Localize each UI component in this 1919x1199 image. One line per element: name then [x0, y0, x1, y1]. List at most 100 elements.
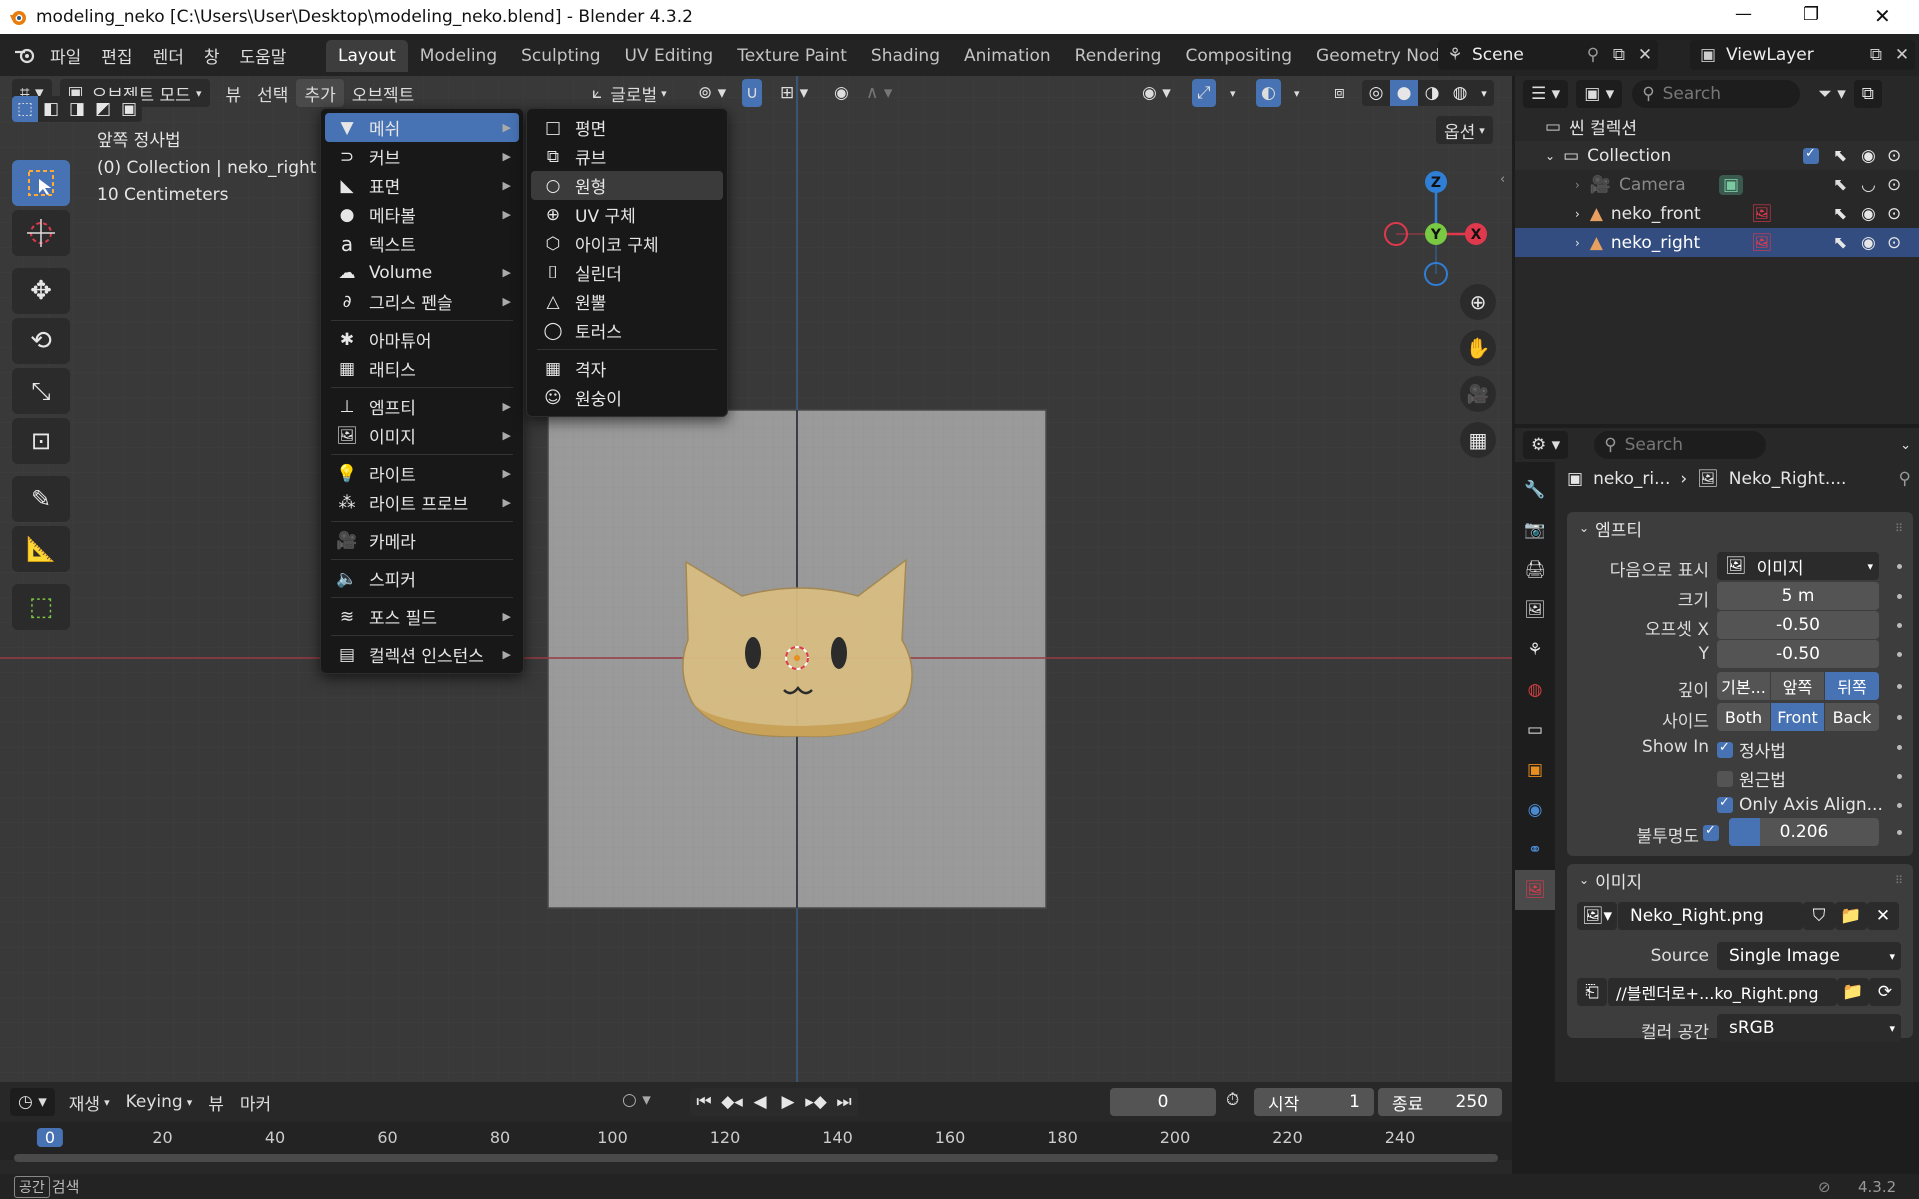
keyframe-dot[interactable]: [1897, 564, 1902, 569]
view-layer-selector[interactable]: ▣ ViewLayer ⧉ ✕: [1690, 40, 1915, 70]
keyframe-dot[interactable]: [1897, 745, 1902, 750]
constraints-tab-icon[interactable]: ⚭: [1515, 830, 1555, 870]
outliner-search[interactable]: ⚲ Search: [1632, 80, 1801, 108]
open-image-button[interactable]: 📁: [1835, 902, 1867, 930]
show-perspective-checkbox[interactable]: 원근법: [1717, 766, 1786, 791]
image-browse-button[interactable]: 🖼▾: [1577, 902, 1617, 930]
scene-selector[interactable]: ⚘ Scene ⚲ ⧉ ✕: [1438, 40, 1658, 70]
outliner-editor-type[interactable]: ☰ ▾: [1523, 80, 1569, 108]
mesh-item-torus[interactable]: ◯ 토러스: [531, 316, 723, 345]
pin-icon[interactable]: ⚲: [1580, 45, 1606, 65]
outliner-row-neko-front[interactable]: › ▲ neko_front 🖼 ⬉ ◉ ⊙: [1515, 199, 1919, 228]
source-dropdown[interactable]: Single Image ▾: [1717, 942, 1901, 970]
play-icon[interactable]: ▶: [774, 1092, 802, 1112]
transform-orientation-dropdown[interactable]: ⟀ 글로벌 ▾: [584, 79, 675, 107]
size-field[interactable]: 5 m: [1717, 582, 1879, 610]
physics-tab-icon[interactable]: ◉: [1515, 790, 1555, 830]
add-menu-item-light[interactable]: 💡 라이트 ▶: [325, 459, 519, 488]
minimize-button[interactable]: —: [1735, 4, 1752, 24]
expand-icon[interactable]: ⌄: [1545, 149, 1555, 163]
data-tab-icon[interactable]: 🖼: [1515, 870, 1555, 910]
end-frame-field[interactable]: 종료 250: [1378, 1088, 1502, 1116]
opacity-slider[interactable]: 0.206: [1729, 818, 1879, 846]
add-menu-item-image[interactable]: 🖼 이미지 ▶: [325, 421, 519, 450]
render-camera-icon[interactable]: ⊙: [1887, 175, 1901, 195]
add-menu-item-camera[interactable]: 🎥 카메라: [325, 526, 519, 555]
select-menu[interactable]: 선택: [249, 79, 296, 107]
add-cube-tool[interactable]: ⬚: [12, 584, 70, 630]
collection-row[interactable]: ⌄ ▭ Collection ⬉ ◉ ⊙: [1515, 141, 1919, 170]
pan-hand-icon[interactable]: ✋: [1460, 330, 1496, 366]
mesh-item-cone[interactable]: △ 원뿔: [531, 287, 723, 316]
depth-option-front[interactable]: 앞쪽: [1771, 672, 1825, 700]
keyframe-dot[interactable]: [1897, 623, 1902, 628]
proportional-edit-toggle[interactable]: ◉: [826, 79, 857, 107]
mesh-item-cylinder[interactable]: ⌷ 실린더: [531, 258, 723, 287]
fake-user-button[interactable]: ⛉: [1803, 902, 1835, 930]
pivot-dropdown[interactable]: ⊚ ▾: [690, 79, 734, 107]
tab-sculpting[interactable]: Sculpting: [509, 40, 612, 72]
opacity-checkbox[interactable]: [1703, 823, 1719, 841]
material-shading-icon[interactable]: ◑: [1418, 83, 1446, 103]
view-menu[interactable]: 뷰: [218, 79, 250, 107]
remove-view-layer-icon[interactable]: ✕: [1889, 45, 1915, 65]
depth-option-default[interactable]: 기본...: [1717, 672, 1771, 700]
overlay-toggle[interactable]: ◐: [1256, 79, 1281, 107]
menu-help[interactable]: 도움말: [229, 34, 296, 76]
add-menu-item-force-field[interactable]: ≋ 포스 필드 ▶: [325, 602, 519, 631]
empty-panel-header[interactable]: ⌄ 엠프티 ⠿: [1567, 512, 1913, 544]
snap-toggle[interactable]: ∪: [742, 79, 763, 107]
xray-toggle[interactable]: ⧈: [1326, 79, 1353, 107]
collection-tab-icon[interactable]: ▭: [1515, 710, 1555, 750]
hidden-eye-icon[interactable]: ◡: [1861, 175, 1876, 195]
perspective-toggle-icon[interactable]: ▦: [1460, 422, 1496, 458]
keyframe-dot[interactable]: [1897, 594, 1902, 599]
add-menu[interactable]: 추가: [296, 79, 344, 107]
add-menu-item-empty[interactable]: ⊥ 엠프티 ▶: [325, 392, 519, 421]
solid-shading-icon[interactable]: ●: [1390, 80, 1418, 106]
select-box-tool[interactable]: [12, 160, 70, 206]
mesh-item-cube[interactable]: ⧉ 큐브: [531, 142, 723, 171]
outliner-row-neko-right[interactable]: › ▲ neko_right 🖼 ⬉ ◉ ⊙: [1515, 228, 1919, 257]
keyframe-dot[interactable]: [1897, 652, 1902, 657]
auto-keying[interactable]: ○ ▾: [622, 1090, 651, 1110]
side-option-back[interactable]: Back: [1825, 703, 1879, 731]
properties-editor-type[interactable]: ⚙ ▾: [1523, 431, 1569, 459]
new-view-layer-icon[interactable]: ⧉: [1863, 45, 1889, 65]
remove-scene-icon[interactable]: ✕: [1632, 45, 1658, 65]
new-scene-icon[interactable]: ⧉: [1606, 45, 1632, 65]
expand-icon[interactable]: ›: [1575, 236, 1580, 250]
play-reverse-icon[interactable]: ◀: [746, 1092, 774, 1112]
gizmo-dropdown[interactable]: ▾: [1222, 79, 1244, 107]
properties-search[interactable]: ⚲ Search: [1594, 431, 1767, 459]
add-menu-item-grease-pencil[interactable]: ∂ 그리스 펜슬 ▶: [325, 287, 519, 316]
visibility-eye-icon[interactable]: ◉: [1861, 204, 1876, 224]
tab-uv-editing[interactable]: UV Editing: [613, 40, 726, 72]
tab-animation[interactable]: Animation: [952, 40, 1063, 72]
unlink-image-button[interactable]: ✕: [1867, 902, 1899, 930]
navigation-gizmo[interactable]: Z X Y: [1374, 164, 1494, 294]
add-menu-item-curve[interactable]: ⊃ 커브 ▶: [325, 142, 519, 171]
render-camera-icon[interactable]: ⊙: [1887, 146, 1901, 166]
add-menu-item-lattice[interactable]: ▦ 래티스: [325, 354, 519, 383]
render-tab-icon[interactable]: 📷: [1515, 510, 1555, 550]
select-new-icon[interactable]: ⬚: [12, 96, 38, 122]
rotate-tool[interactable]: ⟲: [12, 318, 70, 364]
timeline-editor-type[interactable]: ◷ ▾: [10, 1088, 55, 1116]
add-menu-item-metaball[interactable]: ● 메타볼 ▶: [325, 200, 519, 229]
menu-render[interactable]: 렌더: [143, 34, 194, 76]
mesh-item-plane[interactable]: □ 평면: [531, 113, 723, 142]
overlay-dropdown[interactable]: ▾: [1286, 79, 1308, 107]
playback-menu[interactable]: 재생 ▾: [61, 1088, 118, 1116]
selectable-icon[interactable]: ⬉: [1833, 233, 1847, 253]
display-mode-dropdown[interactable]: ▣ ▾: [1576, 80, 1623, 108]
selectable-icon[interactable]: ⬉: [1833, 204, 1847, 224]
add-menu-item-text[interactable]: a 텍스트: [325, 229, 519, 258]
world-tab-icon[interactable]: ◍: [1515, 670, 1555, 710]
object-tab-icon[interactable]: ▣: [1515, 750, 1555, 790]
keyframe-dot[interactable]: [1897, 803, 1902, 808]
add-menu-item-light-probe[interactable]: ⁂ 라이트 프로브 ▶: [325, 488, 519, 517]
render-camera-icon[interactable]: ⊙: [1887, 204, 1901, 224]
outliner-row-camera[interactable]: › 🎥 Camera ▣ ⬉ ◡ ⊙: [1515, 170, 1919, 199]
image-panel-header[interactable]: ⌄ 이미지 ⠿: [1567, 864, 1913, 896]
